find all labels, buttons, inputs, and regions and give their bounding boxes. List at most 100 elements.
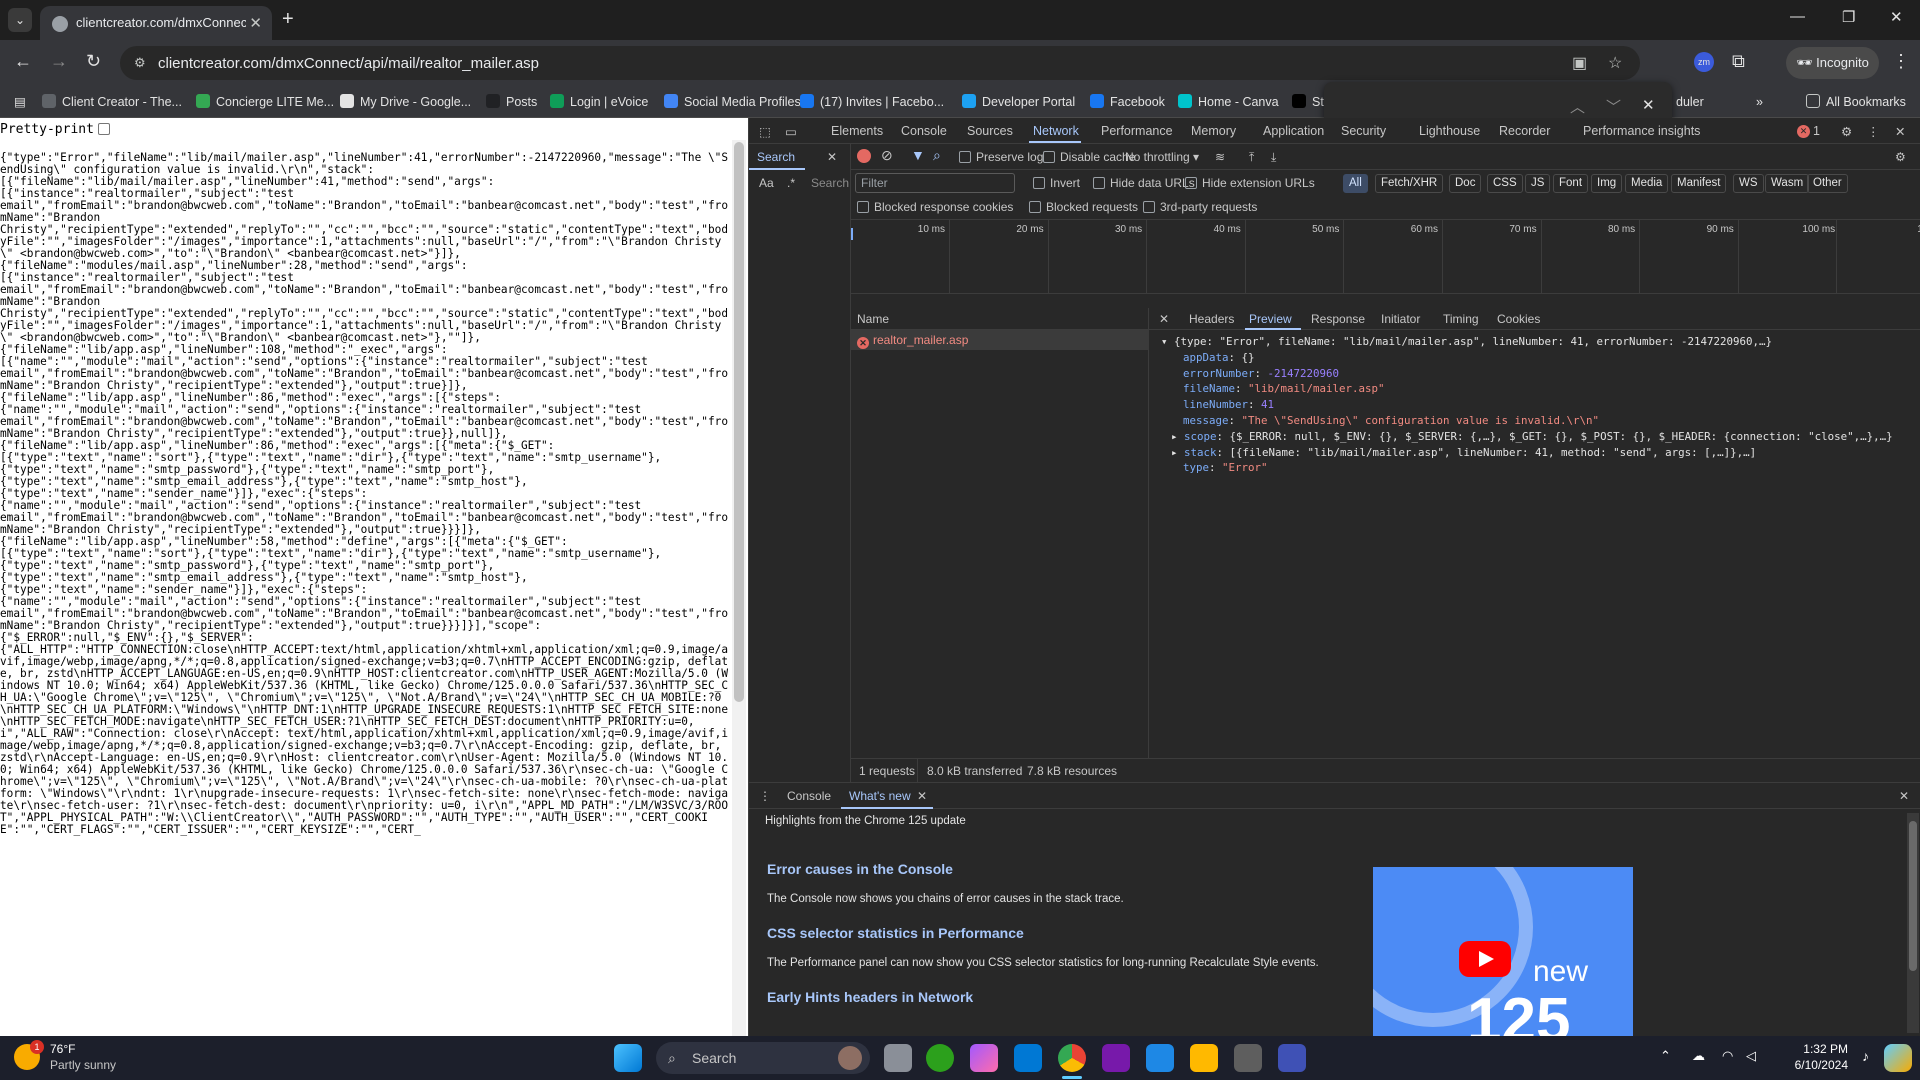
drawer-scrollbar[interactable]: [1907, 813, 1919, 1033]
devtools-tab-performance-insights[interactable]: Performance insights: [1583, 124, 1700, 138]
type-filter-font[interactable]: Font: [1553, 174, 1589, 193]
detail-tab-headers[interactable]: Headers: [1189, 312, 1234, 326]
type-filter-ws[interactable]: WS: [1733, 174, 1764, 193]
devtools-tab-recorder[interactable]: Recorder: [1499, 124, 1550, 138]
find-close-icon[interactable]: ✕: [1642, 96, 1655, 114]
devtools-tab-memory[interactable]: Memory: [1191, 124, 1236, 138]
type-filter-fetchxhr[interactable]: Fetch/XHR: [1375, 174, 1444, 193]
clock-date[interactable]: 6/10/2024: [1778, 1058, 1848, 1072]
device-toolbar-icon[interactable]: ▭: [785, 124, 797, 139]
detail-tab-timing[interactable]: Timing: [1443, 312, 1479, 326]
record-icon[interactable]: [857, 149, 871, 163]
regex-toggle[interactable]: .*: [787, 176, 795, 190]
third-party-checkbox[interactable]: 3rd-party requests: [1143, 200, 1257, 214]
blocked-requests-checkbox[interactable]: Blocked requests: [1029, 200, 1138, 214]
error-count[interactable]: 1: [1813, 124, 1820, 138]
filter-icon[interactable]: ▼: [911, 147, 925, 163]
find-next-icon[interactable]: ﹀: [1606, 96, 1621, 117]
whats-new-item-title[interactable]: Error causes in the Console: [767, 861, 953, 877]
notepad-icon[interactable]: [1146, 1044, 1174, 1072]
remote-desktop-icon[interactable]: [1278, 1044, 1306, 1072]
pretty-print-checkbox[interactable]: [97, 123, 110, 135]
tab-search-icon[interactable]: ⌄: [8, 8, 32, 32]
bookmark-item[interactable]: Social Media Profiles: [664, 92, 801, 112]
network-overview-timeline[interactable]: 10 ms 20 ms 30 ms 40 ms 50 ms 60 ms 70 ms 80 ms…: [851, 220, 1920, 294]
type-filter-img[interactable]: Img: [1591, 174, 1623, 193]
whats-new-item-title[interactable]: CSS selector statistics in Performance: [767, 925, 1024, 941]
reload-icon[interactable]: ↻: [86, 51, 101, 72]
weather-temp[interactable]: 76°F: [50, 1042, 75, 1056]
copilot-icon[interactable]: [970, 1044, 998, 1072]
drawer-scrollbar-thumb[interactable]: [1909, 821, 1917, 971]
minimize-icon[interactable]: —: [1790, 8, 1805, 25]
drawer-tab-close-icon[interactable]: ✕: [917, 789, 927, 803]
bookmark-item[interactable]: Concierge LITE Me...: [196, 92, 334, 112]
devtools-tab-lighthouse[interactable]: Lighthouse: [1419, 124, 1480, 138]
type-filter-other[interactable]: Other: [1807, 174, 1848, 193]
bookmark-item[interactable]: Developer Portal: [962, 92, 1075, 112]
bookmark-item[interactable]: Home - Canva: [1178, 92, 1279, 112]
drawer-close-icon[interactable]: ✕: [1899, 789, 1909, 803]
bookmark-item[interactable]: Facebook: [1090, 92, 1165, 112]
back-icon[interactable]: ←: [14, 51, 32, 72]
match-case-toggle[interactable]: Aa: [759, 176, 774, 190]
preview-stack-row[interactable]: ▸ stack: [{fileName: "lib/mail/mailer.as…: [1149, 445, 1920, 461]
preview-scope-row[interactable]: ▸ scope: {$_ERROR: null, $_ENV: {}, $_SE…: [1149, 429, 1920, 445]
address-bar[interactable]: ⚙ clientcreator.com/dmxConnect/api/mail/…: [120, 46, 1640, 80]
detail-tab-response[interactable]: Response: [1311, 312, 1365, 326]
hide-data-urls-checkbox[interactable]: Hide data URLs: [1093, 176, 1195, 190]
devtools-tab-console[interactable]: Console: [901, 124, 947, 138]
microsoft-store-icon[interactable]: [1234, 1044, 1262, 1072]
bookmark-overflow-fragment[interactable]: duler: [1676, 92, 1704, 112]
weather-desc[interactable]: Partly sunny: [50, 1058, 116, 1072]
apps-icon[interactable]: ▤: [14, 92, 26, 112]
whats-new-item-title[interactable]: Early Hints headers in Network: [767, 989, 973, 1005]
copilot-tray-icon[interactable]: [1884, 1044, 1912, 1072]
bookmark-item[interactable]: (17) Invites | Facebo...: [800, 92, 944, 112]
onedrive-icon[interactable]: ☁: [1692, 1048, 1705, 1064]
type-filter-all[interactable]: All: [1343, 174, 1368, 193]
hide-extension-urls-checkbox[interactable]: Hide extension URLs: [1185, 176, 1315, 190]
devtools-tab-security[interactable]: Security: [1341, 124, 1386, 138]
inspect-element-icon[interactable]: ⬚: [759, 124, 771, 139]
bookmarks-chevron-icon[interactable]: »: [1756, 92, 1763, 112]
settings-gear-icon[interactable]: ⚙: [1841, 124, 1852, 139]
taskbar-search-box[interactable]: ⌕ Search: [656, 1042, 870, 1074]
request-name[interactable]: realtor_mailer.asp: [873, 333, 968, 347]
forward-icon[interactable]: →: [50, 51, 68, 72]
new-tab-button[interactable]: +: [282, 8, 294, 30]
file-explorer-icon[interactable]: [1190, 1044, 1218, 1072]
devtools-tab-performance[interactable]: Performance: [1101, 124, 1173, 138]
search-tab[interactable]: Search: [757, 150, 795, 164]
extensions-puzzle-icon[interactable]: ⧉: [1732, 51, 1745, 72]
devtools-tab-elements[interactable]: Elements: [831, 124, 883, 138]
filter-input[interactable]: Filter: [855, 173, 1015, 193]
bookmark-item[interactable]: Login | eVoice: [550, 92, 648, 112]
type-filter-css[interactable]: CSS: [1487, 174, 1523, 193]
scrollbar-thumb[interactable]: [734, 142, 744, 702]
bookmark-item[interactable]: St: [1292, 92, 1324, 112]
request-row[interactable]: ✕ realtor_mailer.asp: [851, 330, 1149, 350]
devtools-tab-application[interactable]: Application: [1263, 124, 1324, 138]
quickbooks-icon[interactable]: [926, 1044, 954, 1072]
devtools-tab-sources[interactable]: Sources: [967, 124, 1013, 138]
export-har-icon[interactable]: ⤓: [1271, 150, 1276, 165]
bookmark-item[interactable]: Client Creator - The...: [42, 92, 182, 112]
preview-root-row[interactable]: ▾ {type: "Error", fileName: "lib/mail/ma…: [1149, 334, 1920, 350]
pretty-print-toggle[interactable]: Pretty-print: [0, 122, 110, 137]
disable-cache-checkbox[interactable]: Disable cache: [1043, 150, 1135, 164]
site-info-icon[interactable]: ⚙: [134, 55, 146, 71]
network-settings-icon[interactable]: ⚙: [1895, 150, 1906, 164]
wifi-icon[interactable]: ◠: [1722, 1048, 1733, 1064]
bookmark-item[interactable]: My Drive - Google...: [340, 92, 471, 112]
close-window-icon[interactable]: ✕: [1890, 8, 1903, 26]
incognito-badge[interactable]: 🕶 Incognito: [1786, 47, 1879, 79]
whats-new-video-thumbnail[interactable]: new 125: [1373, 867, 1633, 1037]
youtube-play-icon[interactable]: [1459, 941, 1511, 977]
bookmark-item[interactable]: Posts: [486, 92, 537, 112]
type-filter-manifest[interactable]: Manifest: [1671, 174, 1727, 193]
name-column-header[interactable]: Name: [857, 312, 889, 326]
notification-bell-icon[interactable]: ♪: [1862, 1048, 1869, 1064]
drawer-tab-console[interactable]: Console: [787, 789, 831, 803]
search-icon[interactable]: ⌕: [933, 147, 941, 164]
